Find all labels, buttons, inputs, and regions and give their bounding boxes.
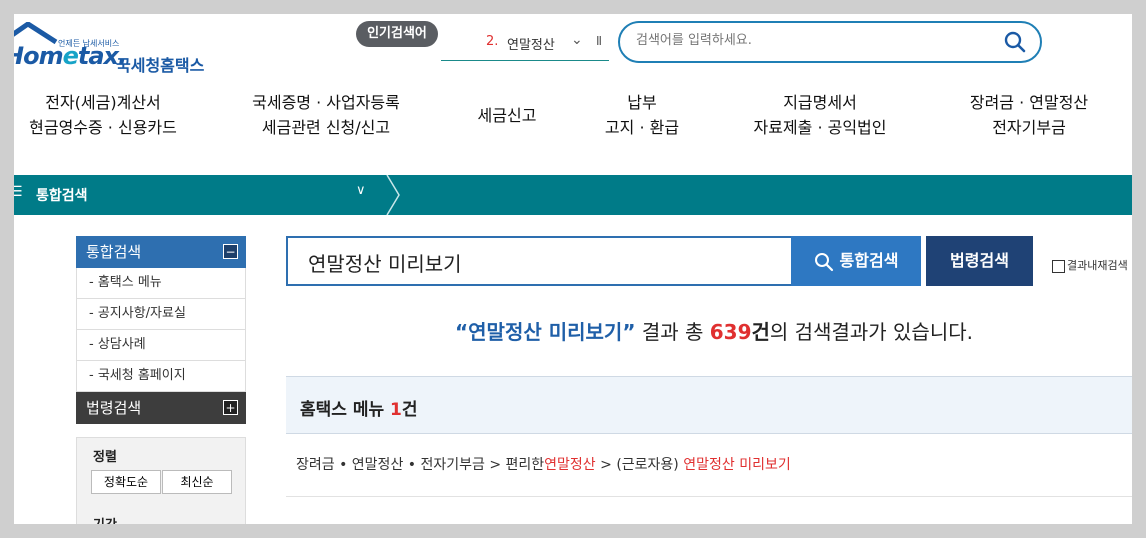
- header: 언제든 납세서비스 Hometax. 국세청홈택스 인기검색어 2. 연말정산 …: [14, 14, 1132, 84]
- sidebar-item-nts-homepage[interactable]: - 국세청 홈페이지: [76, 361, 246, 392]
- gnb-item-e-invoice[interactable]: 전자(세금)계산서 현금영수증 · 신용카드: [19, 90, 187, 140]
- result-item[interactable]: 장려금 • 연말정산 • 전자기부금 > 편리한연말정산 > (근로자용) 연말…: [296, 454, 791, 474]
- search-within-results[interactable]: 결과내재검색: [1052, 257, 1128, 273]
- section-title: 홈택스 메뉴 1건: [300, 400, 418, 420]
- main-search-box: [286, 236, 793, 286]
- integrated-search-button[interactable]: 통합검색: [791, 236, 921, 286]
- sort-latest-button[interactable]: 최신순: [162, 470, 232, 494]
- sidebar-section-law[interactable]: 법령검색 +: [76, 392, 246, 424]
- filter-panel: 정렬 정확도순 최신순 기간: [76, 437, 246, 524]
- sidebar-section-integrated[interactable]: 통합검색 −: [76, 236, 246, 268]
- collapse-icon[interactable]: −: [223, 244, 238, 259]
- expand-icon[interactable]: +: [223, 400, 238, 415]
- sidebar-item-notice[interactable]: - 공지사항/자료실: [76, 299, 246, 330]
- pause-icon[interactable]: II: [596, 34, 602, 48]
- sort-label: 정렬: [93, 450, 117, 465]
- hamburger-icon[interactable]: ☰: [14, 184, 23, 200]
- divider: [286, 496, 1132, 497]
- sidebar-item-consult[interactable]: - 상담사례: [76, 330, 246, 361]
- page: 언제든 납세서비스 Hometax. 국세청홈택스 인기검색어 2. 연말정산 …: [14, 14, 1132, 524]
- breadcrumb-separator-icon: [386, 175, 400, 215]
- sort-accuracy-button[interactable]: 정확도순: [91, 470, 161, 494]
- top-search-input[interactable]: [634, 32, 978, 49]
- chevron-down-icon[interactable]: ⌄: [571, 32, 583, 48]
- global-nav: 전자(세금)계산서 현금영수증 · 신용카드 국세증명 · 사업자등록 세금관련 신…: [14, 90, 1132, 160]
- popular-search-term[interactable]: 2. 연말정산 ⌄ II: [441, 28, 609, 61]
- gnb-item-payment[interactable]: 납부 고지 · 환급: [592, 90, 692, 140]
- hometax-logo[interactable]: 언제든 납세서비스 Hometax. 국세청홈택스: [14, 22, 230, 82]
- gnb-item-certificate[interactable]: 국세증명 · 사업자등록 세금관련 신청/신고: [236, 90, 416, 140]
- period-label: 기간: [93, 514, 117, 524]
- gnb-item-tax-report[interactable]: 세금신고: [464, 103, 550, 128]
- search-icon: [814, 252, 833, 271]
- search-within-checkbox[interactable]: [1052, 259, 1065, 273]
- logo-korean-name: 국세청홈택스: [116, 56, 205, 75]
- logo-brand: Hometax.: [14, 42, 127, 70]
- law-search-button[interactable]: 법령검색: [926, 236, 1033, 286]
- gnb-item-statement[interactable]: 지급명세서 자료제출 · 공익법인: [740, 90, 900, 140]
- popular-search-badge: 인기검색어: [356, 21, 438, 47]
- location-title: 통합검색: [36, 188, 88, 204]
- popular-term[interactable]: 연말정산: [507, 34, 555, 53]
- sidebar-item-hometax-menu[interactable]: - 홈택스 메뉴: [76, 268, 246, 299]
- top-search-box: [618, 21, 1042, 63]
- search-icon[interactable]: [1004, 31, 1026, 53]
- sidebar: 통합검색 − - 홈택스 메뉴 - 공지사항/자료실 - 상담사례 - 국세청 …: [76, 236, 246, 424]
- gnb-item-incentive[interactable]: 장려금 · 연말정산 전자기부금: [949, 90, 1109, 140]
- result-summary: “연말정산 미리보기” 결과 총 639건의 검색결과가 있습니다.: [455, 320, 973, 344]
- section-header-hometax-menu: 홈택스 메뉴 1건: [286, 376, 1132, 434]
- location-bar: ☰ 통합검색 ∨: [14, 175, 1132, 215]
- chevron-down-icon[interactable]: ∨: [356, 183, 366, 198]
- main-search-input[interactable]: [306, 249, 770, 275]
- popular-rank: 2.: [486, 34, 499, 49]
